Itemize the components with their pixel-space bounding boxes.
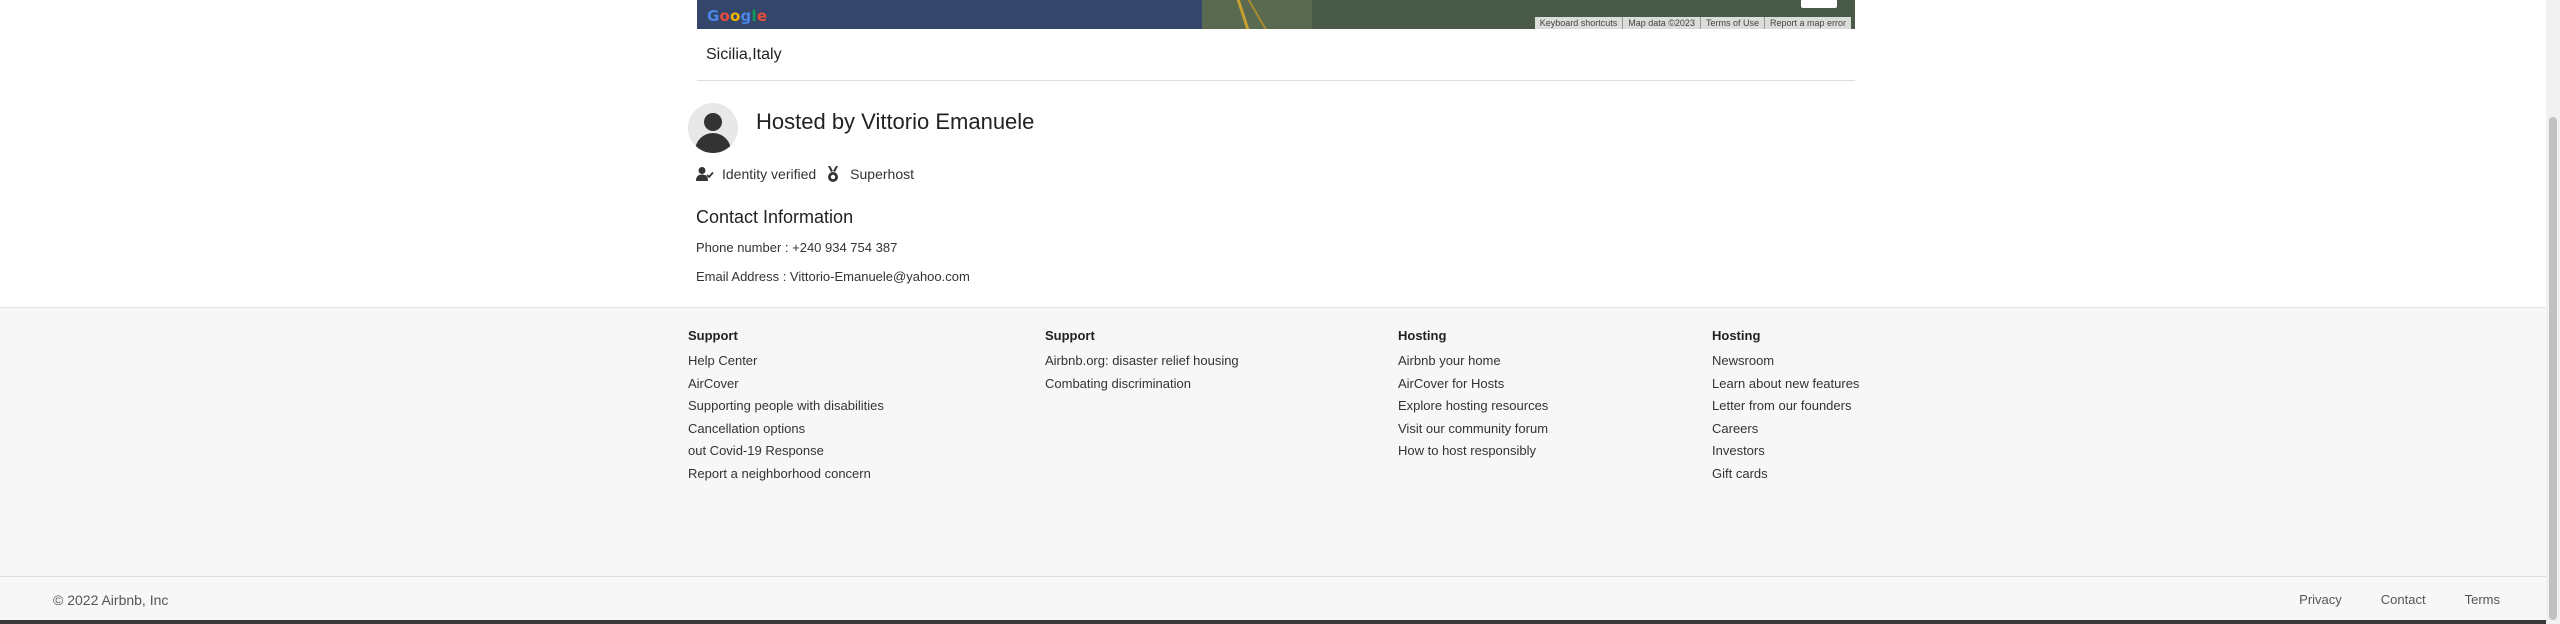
superhost-label: Superhost: [850, 166, 914, 182]
footer-link-airbnb-your-home[interactable]: Airbnb your home: [1398, 350, 1548, 373]
site-footer: Support Help Center AirCover Supporting …: [0, 307, 2546, 624]
map-water: [697, 0, 1202, 29]
person-check-icon: [696, 165, 714, 183]
section-divider: [697, 80, 1855, 81]
contact-link[interactable]: Contact: [2381, 592, 2426, 607]
footer-link-careers[interactable]: Careers: [1712, 418, 1859, 441]
footer-column-support: Support Help Center AirCover Supporting …: [688, 328, 884, 485]
footer-link-new-features[interactable]: Learn about new features: [1712, 373, 1859, 396]
map-data-text: Map data ©2023: [1622, 17, 1700, 29]
map-attribution: Keyboard shortcuts Map data ©2023 Terms …: [1534, 17, 1851, 29]
window-bottom-edge: [0, 620, 2546, 624]
footer-heading: Hosting: [1712, 328, 1761, 343]
scrollbar-thumb[interactable]: [2549, 117, 2557, 620]
phone-number: Phone number : +240 934 754 387: [696, 240, 898, 255]
footer-link-neighborhood[interactable]: Report a neighborhood concern: [688, 463, 884, 486]
email-address: Email Address : Vittorio-Emanuele@yahoo.…: [696, 269, 970, 284]
terms-of-use-link[interactable]: Terms of Use: [1699, 17, 1764, 29]
footer-link-help-center[interactable]: Help Center: [688, 350, 884, 373]
vertical-scrollbar[interactable]: [2546, 0, 2560, 624]
google-logo: Google: [707, 7, 768, 25]
terms-link[interactable]: Terms: [2465, 592, 2500, 607]
footer-link-disabilities[interactable]: Supporting people with disabilities: [688, 395, 884, 418]
host-badges: Identity verified Superhost: [696, 165, 922, 183]
keyboard-shortcuts-link[interactable]: Keyboard shortcuts: [1535, 17, 1623, 29]
footer-link-cancellation[interactable]: Cancellation options: [688, 418, 884, 441]
footer-column-support-2: Support Airbnb.org: disaster relief hous…: [1045, 328, 1239, 395]
footer-link-founders-letter[interactable]: Letter from our founders: [1712, 395, 1859, 418]
footer-column-hosting-2: Hosting Newsroom Learn about new feature…: [1712, 328, 1859, 485]
copyright-text: © 2022 Airbnb, Inc: [53, 592, 169, 608]
footer-link-airbnb-org[interactable]: Airbnb.org: disaster relief housing: [1045, 350, 1239, 373]
footer-column-hosting: Hosting Airbnb your home AirCover for Ho…: [1398, 328, 1548, 463]
footer-link-aircover[interactable]: AirCover: [688, 373, 884, 396]
footer-bottom-links: Privacy Contact Terms: [2260, 592, 2500, 607]
listing-location: Sicilia,Italy: [706, 46, 782, 63]
footer-heading: Hosting: [1398, 328, 1447, 343]
footer-link-community-forum[interactable]: Visit our community forum: [1398, 418, 1548, 441]
footer-link-gift-cards[interactable]: Gift cards: [1712, 463, 1859, 486]
location-map[interactable]: Google Keyboard shortcuts Map data ©2023…: [697, 0, 1855, 29]
contact-title: Contact Information: [696, 207, 854, 227]
report-map-error-link[interactable]: Report a map error: [1763, 17, 1851, 29]
footer-link-covid[interactable]: out Covid-19 Response: [688, 440, 884, 463]
footer-link-discrimination[interactable]: Combating discrimination: [1045, 373, 1239, 396]
privacy-link[interactable]: Privacy: [2299, 592, 2342, 607]
footer-link-newsroom[interactable]: Newsroom: [1712, 350, 1859, 373]
footer-bottom-bar: © 2022 Airbnb, Inc Privacy Contact Terms: [0, 576, 2546, 624]
footer-link-aircover-hosts[interactable]: AirCover for Hosts: [1398, 373, 1548, 396]
footer-link-investors[interactable]: Investors: [1712, 440, 1859, 463]
host-avatar[interactable]: [688, 103, 738, 153]
host-title: Hosted by Vittorio Emanuele: [756, 109, 1035, 134]
map-zoom-control[interactable]: [1801, 0, 1837, 8]
footer-link-host-responsibly[interactable]: How to host responsibly: [1398, 440, 1548, 463]
footer-link-hosting-resources[interactable]: Explore hosting resources: [1398, 395, 1548, 418]
footer-heading: Support: [1045, 328, 1095, 343]
identity-verified-label: Identity verified: [722, 166, 817, 182]
medal-icon: [824, 165, 842, 183]
footer-heading: Support: [688, 328, 738, 343]
